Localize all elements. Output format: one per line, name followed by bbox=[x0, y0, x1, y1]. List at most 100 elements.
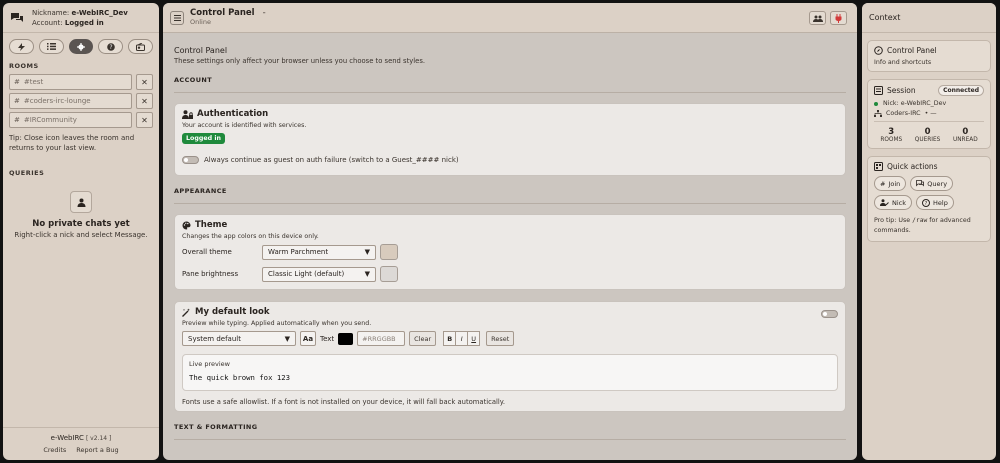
pane-brightness-select[interactable]: Classic Light (default) ▼ bbox=[262, 266, 376, 282]
tab-list[interactable] bbox=[38, 39, 64, 54]
overall-theme-swatch bbox=[380, 244, 398, 260]
lightning-icon bbox=[17, 42, 25, 51]
close-room-button[interactable]: ✕ bbox=[136, 74, 153, 90]
tab-media[interactable] bbox=[128, 39, 153, 54]
person-icon bbox=[70, 191, 92, 213]
hash-icon: # bbox=[14, 78, 20, 86]
control-panel-body: Control Panel These settings only affect… bbox=[163, 33, 857, 460]
room-row: # #IRCommunity ✕ bbox=[3, 112, 159, 128]
hash-icon: # bbox=[880, 179, 886, 188]
caret-down-icon: ▼ bbox=[364, 270, 370, 278]
room-row: # #coders-irc-lounge ✕ bbox=[3, 93, 159, 109]
empty-title: No private chats yet bbox=[32, 219, 130, 229]
overall-theme-select[interactable]: Warm Parchment ▼ bbox=[262, 244, 376, 260]
hamburger-icon bbox=[173, 14, 181, 21]
live-preview: Live preview The quick brown fox 123 bbox=[182, 354, 838, 391]
tab-activity[interactable] bbox=[9, 39, 34, 54]
close-icon: ✕ bbox=[141, 96, 148, 106]
guest-fallback-toggle[interactable] bbox=[182, 156, 199, 164]
join-button[interactable]: # Join bbox=[874, 176, 907, 191]
rooms-count: 3 bbox=[888, 127, 895, 137]
nickname-label: Nickname: bbox=[32, 8, 70, 17]
overall-theme-label: Overall theme bbox=[182, 248, 232, 256]
context-cp-card: Control Panel Info and shortcuts bbox=[867, 40, 991, 72]
guest-fallback-label: Always continue as guest on auth failure… bbox=[204, 156, 459, 164]
question-circle-icon: ? bbox=[922, 198, 931, 207]
session-network: Coders-IRC bbox=[886, 110, 921, 117]
clear-color-button[interactable]: Clear bbox=[409, 331, 437, 346]
help-button[interactable]: ? Help bbox=[916, 195, 954, 210]
version: [ v2.14 ] bbox=[85, 435, 112, 442]
preview-text: The quick brown fox 123 bbox=[189, 373, 291, 382]
underline-button[interactable]: U bbox=[467, 331, 481, 346]
close-room-button[interactable]: ✕ bbox=[136, 112, 153, 128]
credits-link[interactable]: Credits bbox=[43, 446, 66, 454]
font-note: Fonts use a safe allowlist. If a font is… bbox=[182, 398, 506, 406]
users-icon bbox=[812, 15, 823, 22]
authentication-card: Authentication Your account is identifie… bbox=[174, 103, 846, 176]
auth-title: Authentication bbox=[197, 109, 269, 119]
list-icon bbox=[46, 43, 56, 50]
left-sidebar: Nickname: e-WebIRC_Dev Account: Logged i… bbox=[3, 3, 159, 460]
theme-card: Theme Changes the app colors on this dev… bbox=[174, 214, 846, 290]
empty-queries: No private chats yet Right-click a nick … bbox=[3, 191, 159, 239]
tab-settings[interactable] bbox=[68, 39, 94, 54]
context-cp-title: Control Panel bbox=[887, 46, 937, 55]
font-select[interactable]: System default ▼ bbox=[182, 331, 296, 346]
send-styles-toggle[interactable] bbox=[821, 310, 838, 318]
look-title: My default look bbox=[195, 307, 270, 317]
queries-title: QUERIES bbox=[9, 169, 45, 177]
gear-icon bbox=[76, 42, 85, 51]
users-button[interactable] bbox=[809, 11, 826, 25]
theme-title: Theme bbox=[195, 220, 228, 230]
query-button[interactable]: Query bbox=[910, 176, 954, 191]
menu-button[interactable] bbox=[170, 10, 184, 25]
quick-actions-card: Quick actions # Join Query Nick ? Help Pr… bbox=[867, 156, 991, 242]
tab-help[interactable]: ? bbox=[98, 39, 124, 54]
text-color-label: Text bbox=[320, 334, 335, 343]
unread-count: 0 bbox=[962, 127, 969, 137]
compass-icon bbox=[874, 46, 883, 55]
question-icon: ? bbox=[106, 42, 115, 51]
account-label: Account: bbox=[32, 18, 63, 27]
close-room-button[interactable]: ✕ bbox=[136, 93, 153, 109]
hex-color-input[interactable]: #RRGGBB bbox=[357, 331, 406, 346]
room-item[interactable]: # #IRCommunity bbox=[9, 112, 132, 128]
session-card: Session Connected Nick: e-WebIRC_Dev Cod… bbox=[867, 79, 991, 149]
context-panel: Context Control Panel Info and shortcuts… bbox=[862, 3, 996, 460]
user-header: Nickname: e-WebIRC_Dev Account: Logged i… bbox=[3, 3, 159, 33]
disconnect-button[interactable] bbox=[830, 11, 847, 25]
chat-bubbles-icon bbox=[9, 10, 24, 25]
font-size-button[interactable]: Aa bbox=[300, 331, 316, 346]
nick-button[interactable]: Nick bbox=[874, 195, 913, 210]
reset-style-button[interactable]: Reset bbox=[486, 331, 515, 346]
session-nick: Nick: e-WebIRC_Dev bbox=[883, 100, 947, 107]
online-dot bbox=[874, 101, 878, 106]
logged-in-badge: Logged in bbox=[182, 133, 225, 144]
rooms-tip: Tip: Close icon leaves the room and retu… bbox=[9, 134, 135, 152]
magic-wand-icon bbox=[182, 308, 190, 317]
network-icon bbox=[874, 110, 882, 117]
rooms-title: ROOMS bbox=[9, 62, 39, 70]
server-icon bbox=[874, 86, 883, 95]
user-lock-icon bbox=[182, 109, 193, 119]
empty-subtitle: Right-click a nick and select Message. bbox=[14, 231, 148, 239]
cp-title: Control Panel bbox=[174, 46, 228, 55]
account-group-title: ACCOUNT bbox=[174, 76, 846, 93]
context-title: Context bbox=[862, 3, 996, 33]
text-color-picker[interactable] bbox=[338, 332, 354, 345]
user-edit-icon bbox=[880, 199, 889, 206]
radio-icon bbox=[136, 42, 146, 51]
room-item[interactable]: # #test bbox=[9, 74, 132, 90]
pane-brightness-label: Pane brightness bbox=[182, 270, 239, 278]
page-title: Control Panel bbox=[190, 8, 255, 18]
room-item[interactable]: # #coders-irc-lounge bbox=[9, 93, 132, 109]
default-look-card: My default look Preview while typing. Ap… bbox=[174, 301, 846, 412]
text-formatting-group-title: TEXT & FORMATTING bbox=[174, 423, 846, 440]
appearance-group-title: APPEARANCE bbox=[174, 187, 846, 204]
cp-subtitle: These settings only affect your browser … bbox=[174, 57, 426, 65]
room-row: # #test ✕ bbox=[3, 74, 159, 90]
main-header: Control Panel - Online bbox=[163, 3, 857, 33]
report-bug-link[interactable]: Report a Bug bbox=[76, 446, 118, 454]
main-panel: Control Panel - Online Control Panel Thes… bbox=[163, 3, 857, 460]
